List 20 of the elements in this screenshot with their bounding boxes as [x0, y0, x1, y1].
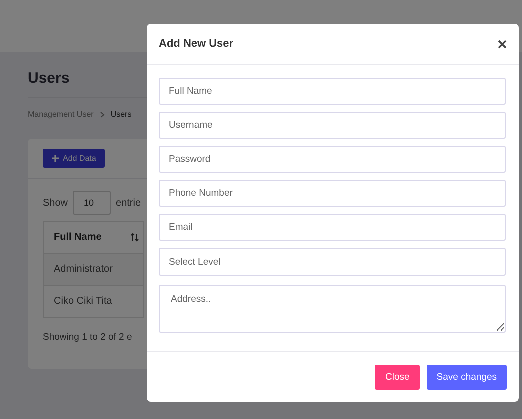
close-modal-button[interactable]: Close — [375, 365, 420, 390]
column-header[interactable]: Full Name — [44, 222, 144, 254]
level-select[interactable]: Select Level — [159, 248, 506, 276]
add-data-button[interactable]: Add Data — [43, 149, 106, 168]
input-field[interactable]: Phone Number — [159, 180, 506, 207]
input-field[interactable]: Full Name — [159, 78, 506, 105]
table-cell: Ciko Ciki Tita — [44, 286, 144, 318]
table-info: Showing 1 to 2 of 2 e — [43, 332, 134, 343]
modal-title: Add New User — [159, 38, 234, 50]
breadcrumb-item[interactable]: Management User — [28, 110, 94, 119]
input-field[interactable]: Email — [159, 214, 506, 241]
breadcrumb-item[interactable]: Users — [110, 110, 132, 119]
entries-select[interactable]: 10 — [73, 191, 112, 215]
table-cell: Administrator — [44, 254, 144, 286]
input-field[interactable]: Username — [159, 112, 506, 139]
entries-label: entrie — [116, 198, 142, 208]
input-field[interactable]: Password — [159, 146, 506, 173]
address-field[interactable]: Address.. — [159, 285, 506, 333]
save-button[interactable]: Save changes — [426, 365, 507, 390]
show-label: Show — [43, 198, 68, 208]
